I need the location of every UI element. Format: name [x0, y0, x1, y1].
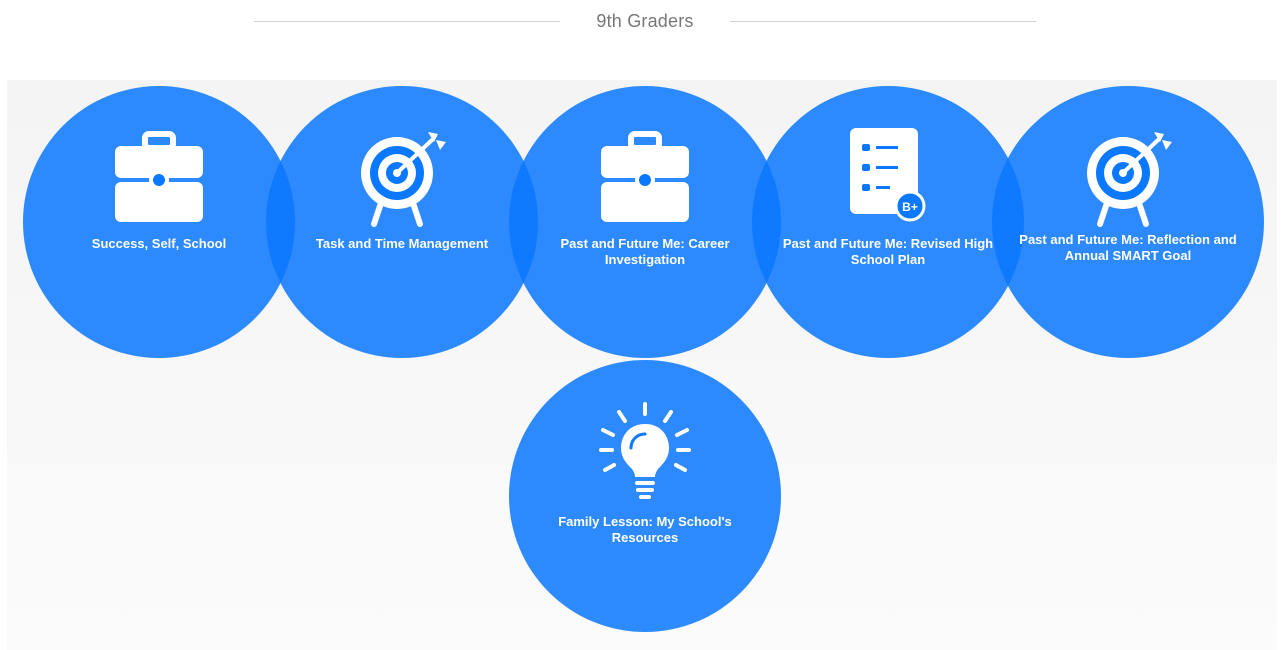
target-icon	[1078, 128, 1178, 228]
lesson-success-self-school[interactable]: Success, Self, School	[23, 86, 295, 358]
briefcase-icon	[595, 128, 695, 228]
lesson-reflection-smart-goal[interactable]: Past and Future Me: Reflection and Annua…	[992, 86, 1264, 358]
lesson-label: Success, Self, School	[91, 236, 227, 251]
lightbulb-icon	[595, 402, 695, 502]
page: 9th Graders Success, Self, School Task a…	[0, 0, 1283, 650]
section-header: 9th Graders	[0, 0, 1283, 44]
lesson-revised-high-school-plan[interactable]: B+ Past and Future Me: Revised High Scho…	[752, 86, 1024, 358]
header-divider-left	[254, 21, 560, 22]
lesson-task-and-time-management[interactable]: Task and Time Management	[266, 86, 538, 358]
section-title: 9th Graders	[596, 11, 694, 31]
lesson-label: Family Lesson: My School's Resources	[558, 514, 732, 545]
header-divider-right	[730, 21, 1036, 22]
lesson-label: Past and Future Me: Career Investigation	[560, 236, 730, 267]
lesson-family-my-schools-resources[interactable]: Family Lesson: My School's Resources	[509, 360, 781, 632]
lesson-label: Past and Future Me: Revised High School …	[782, 236, 994, 267]
report-card-icon: B+	[838, 128, 938, 228]
target-icon	[352, 128, 452, 228]
briefcase-icon	[109, 128, 209, 228]
lesson-career-investigation[interactable]: Past and Future Me: Career Investigation	[509, 86, 781, 358]
lesson-label: Past and Future Me: Reflection and Annua…	[1019, 232, 1237, 263]
grade-text: B+	[902, 200, 918, 214]
lesson-label: Task and Time Management	[315, 236, 489, 251]
